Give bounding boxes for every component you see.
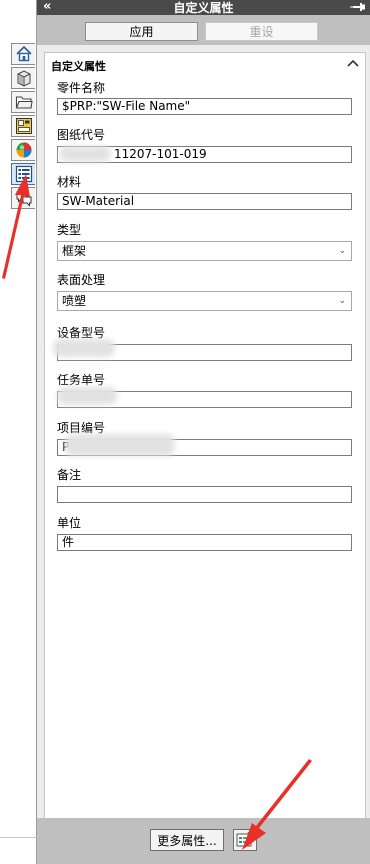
surface-treatment-value: 喷塑 [62,294,87,308]
double-chevron-left-icon[interactable]: « [43,0,51,14]
action-toolbar: 应用 重设 [37,15,370,45]
pin-icon[interactable] [350,0,366,14]
chevron-down-icon: ⌄ [338,246,346,256]
bottom-toolbar: 更多属性... [37,818,370,864]
tab-custom-properties[interactable] [11,163,35,185]
chevron-up-icon[interactable] [347,58,359,68]
task-order-label: 任务单号 [57,373,106,387]
redaction-blur [59,146,111,162]
remarks-field[interactable] [57,486,352,503]
strip-bottom-line [0,837,37,838]
type-label: 类型 [57,223,82,237]
unit-field[interactable]: 件 [57,534,352,551]
unit-label: 单位 [57,516,82,530]
remarks-label: 备注 [57,468,82,482]
part-name-field[interactable]: $PRP:"SW-File Name" [57,98,352,115]
redaction-blur [57,387,117,405]
type-select-value: 框架 [62,244,87,258]
surface-treatment-label: 表面处理 [57,273,106,287]
tab-design-library[interactable] [11,67,35,89]
material-label: 材料 [57,175,82,189]
tab-forum[interactable] [11,187,35,209]
redaction-blur [53,339,115,357]
panel-title: 自定义属性 [173,1,234,15]
drawing-number-label: 图纸代号 [57,128,106,142]
task-pane-tabs [10,43,37,211]
apply-button[interactable]: 应用 [85,22,198,41]
property-manager-button[interactable] [233,829,257,851]
forum-icon [16,191,31,207]
tab-file-explorer[interactable] [11,91,35,113]
task-pane-tab-strip [0,0,37,864]
tab-view-palette[interactable] [11,115,35,137]
chevron-down-icon: ⌄ [338,296,346,306]
tab-home[interactable] [11,43,35,65]
reset-button[interactable]: 重设 [205,22,318,41]
panel-title-bar: « 自定义属性 [37,0,370,15]
tab-appearances[interactable] [11,139,35,161]
group-title: 自定义属性 [51,60,106,73]
type-select[interactable]: 框架 ⌄ [57,241,352,261]
custom-properties-panel: « 自定义属性 应用 重设 自定义属性 零件名称 $PRP:"SW-File N… [37,0,370,864]
material-field[interactable]: SW-Material [57,193,352,210]
design-library-icon [17,70,30,87]
properties-group: 自定义属性 零件名称 $PRP:"SW-File Name" 图纸代号 1120… [44,52,366,822]
custom-properties-icon [15,165,32,183]
part-name-label: 零件名称 [57,81,106,95]
appearance-icon [16,142,31,158]
property-template-icon [236,832,254,847]
surface-treatment-select[interactable]: 喷塑 ⌄ [57,291,352,311]
more-properties-button[interactable]: 更多属性... [150,829,224,851]
home-icon [15,45,32,62]
view-palette-icon [15,118,32,134]
redaction-blur [65,434,175,456]
folder-icon [15,96,33,109]
